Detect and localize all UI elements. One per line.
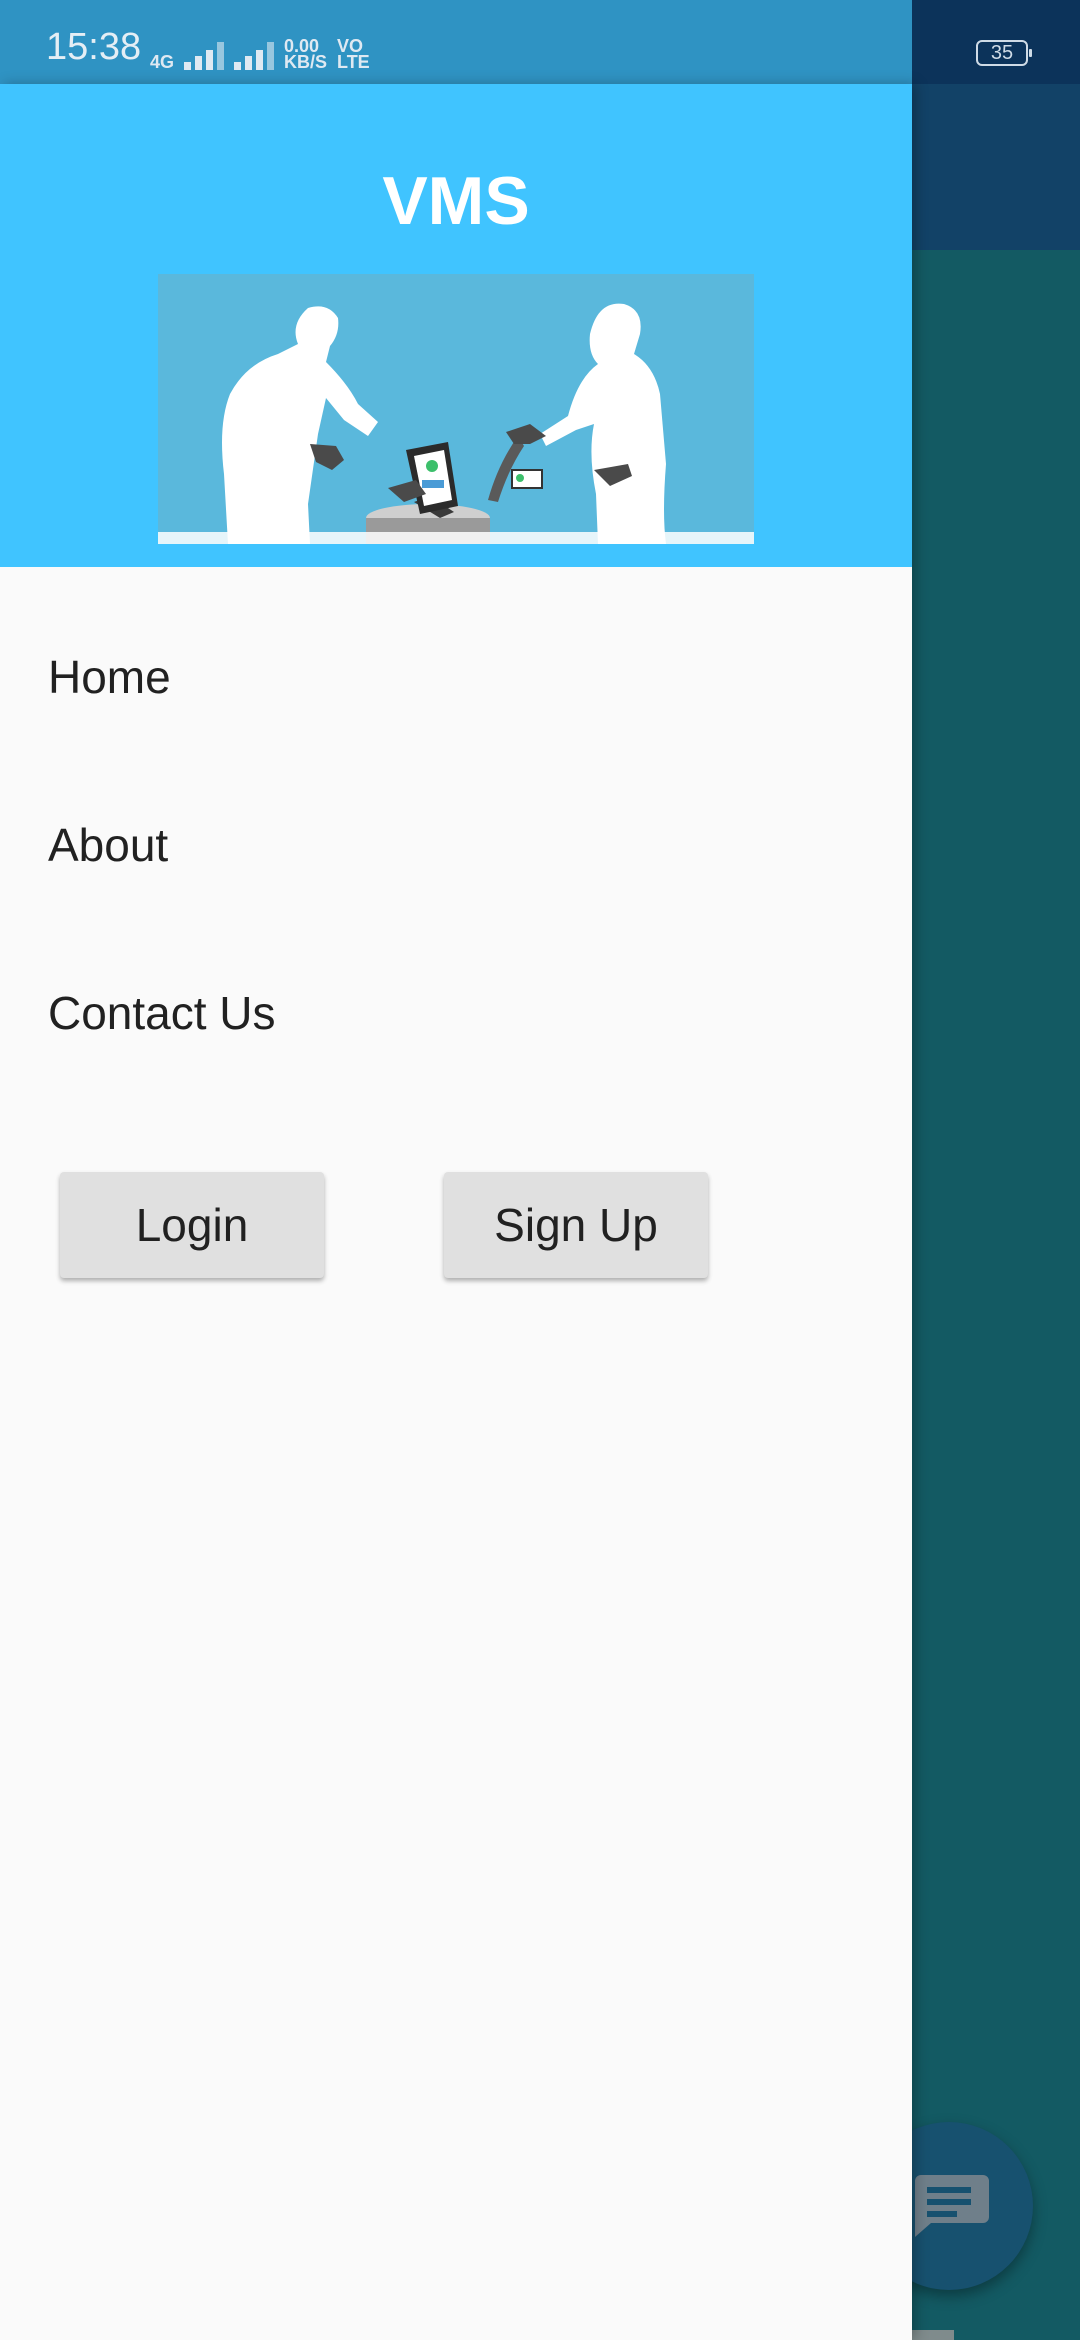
drawer-header: VMS: [0, 84, 912, 567]
battery-icon: 35: [976, 40, 1032, 66]
navigation-drawer: VMS Home About Contact Us Login Sign Up: [0, 84, 912, 2340]
login-button[interactable]: Login: [60, 1172, 324, 1278]
menu-item-about[interactable]: About: [48, 818, 168, 872]
data-speed-unit: KB/S: [284, 52, 328, 72]
network-type-label: 4G: [150, 52, 175, 72]
drawer-title: VMS: [382, 163, 530, 239]
sign-up-button[interactable]: Sign Up: [444, 1172, 708, 1278]
signal-strength-icon-2: [234, 40, 275, 70]
chat-icon: [915, 2175, 989, 2237]
signal-strength-icon: [184, 40, 225, 70]
status-time: 15:38: [46, 26, 142, 68]
menu-item-contact-us[interactable]: Contact Us: [48, 986, 276, 1040]
visitor-checkin-illustration: [158, 274, 754, 544]
status-bar: 15:38 4G 0.00 KB/S VO LTE 35: [0, 0, 1080, 84]
status-icons: 4G 0.00 KB/S VO LTE: [150, 30, 370, 72]
menu-item-home[interactable]: Home: [48, 650, 171, 704]
volte-indicator: VO LTE: [337, 37, 370, 72]
volte-bottom: LTE: [337, 52, 370, 72]
data-speed: 0.00 KB/S: [284, 37, 328, 72]
visitor-checkin-icon: [158, 303, 754, 544]
